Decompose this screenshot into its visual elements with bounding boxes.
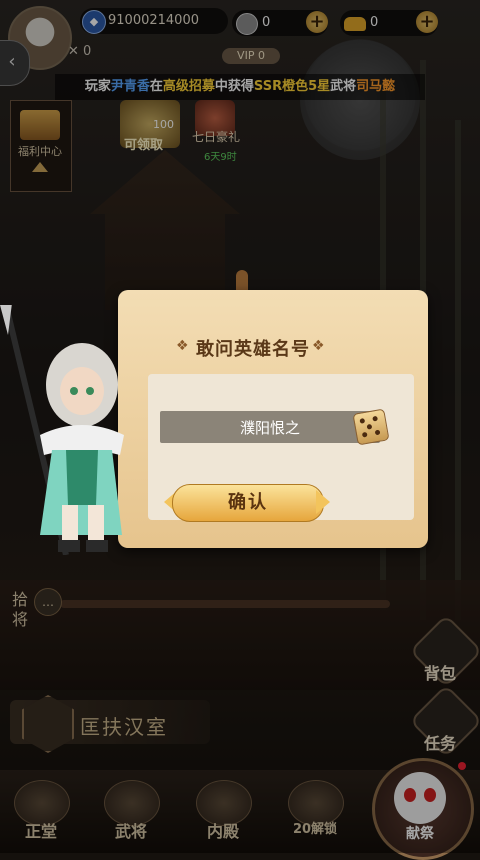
confirm-button[interactable]: 确认	[172, 484, 324, 522]
hero-name-input[interactable]	[160, 411, 380, 443]
hero-character	[0, 305, 124, 555]
ornament-right-icon: ❖	[312, 338, 325, 354]
random-name-dice-icon[interactable]	[352, 408, 390, 446]
